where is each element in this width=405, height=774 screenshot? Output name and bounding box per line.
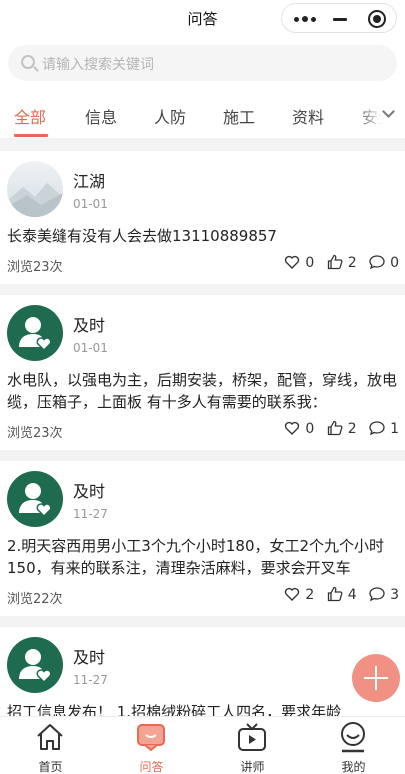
tv-icon (238, 723, 266, 751)
heart-icon (285, 421, 300, 435)
tabbar-item-lecturer[interactable]: 讲师 (202, 717, 303, 774)
chat-icon (137, 724, 165, 752)
avatar (7, 637, 63, 693)
thumb-up-icon (327, 586, 343, 602)
thumb-up-icon (327, 254, 343, 270)
comment-icon (369, 255, 385, 270)
post-content: 水电队，以强电为主，后期安装，桥架，配管，穿线，放电缆，压箱子，上面板 有十多人… (7, 371, 397, 411)
post-date: 01-01 (73, 341, 108, 355)
minimize-icon[interactable] (333, 18, 347, 21)
thumb-action[interactable]: 2 (327, 420, 357, 437)
post-card[interactable]: 及时 01-01 水电队，以强电为主，后期安装，桥架，配管，穿线，放电缆，压箱子… (0, 295, 405, 450)
post-date: 11-27 (73, 507, 108, 521)
post-author: 及时 (73, 316, 106, 335)
tabbar-item-mine[interactable]: 我的 (303, 717, 404, 774)
tabbar-item-home[interactable]: 首页 (0, 717, 101, 774)
comment-action[interactable]: 0 (369, 254, 399, 271)
post-date: 11-27 (73, 673, 108, 687)
thumb-up-icon (327, 420, 343, 436)
comment-icon (369, 421, 385, 436)
active-tab-indicator (14, 134, 48, 137)
avatar (7, 471, 63, 527)
post-content: 2.明天容西用男小工3个九个小时180，女工2个九个小时150，有来的联系注，清… (7, 537, 385, 577)
post-author: 及时 (73, 648, 106, 667)
view-count: 浏览22次 (7, 592, 63, 607)
post-date: 01-01 (73, 197, 108, 211)
tab-construction[interactable]: 施工 (223, 104, 255, 128)
user-heart-icon (19, 483, 52, 518)
post-card[interactable]: 江湖 01-01 长泰美缝有没有人会去做13110889857 浏览23次 0 … (0, 151, 405, 284)
more-icon[interactable] (294, 16, 319, 22)
post-author: 及时 (73, 482, 106, 501)
search-bar: 请输入搜索关键词 (0, 36, 405, 92)
search-input[interactable]: 请输入搜索关键词 (8, 45, 397, 81)
tabs-fade (355, 92, 405, 138)
like-action[interactable]: 0 (284, 254, 314, 271)
post-stats: 0 2 1 (276, 420, 399, 437)
like-action[interactable]: 2 (284, 586, 314, 603)
close-target-icon[interactable] (368, 10, 386, 28)
tab-civil-defense[interactable]: 人防 (154, 104, 186, 128)
comment-icon (369, 587, 385, 602)
title-bar: 问答 (0, 0, 405, 36)
view-count: 浏览23次 (7, 426, 63, 441)
user-heart-icon (19, 317, 52, 352)
avatar (7, 161, 63, 217)
category-tabs: 全部 信息 人防 施工 资料 安全 (0, 92, 405, 138)
mini-program-capsule (281, 3, 397, 33)
search-placeholder: 请输入搜索关键词 (42, 57, 154, 73)
thumb-action[interactable]: 2 (327, 254, 357, 271)
heart-icon (285, 255, 300, 269)
like-action[interactable]: 0 (284, 420, 314, 437)
tab-all[interactable]: 全部 (14, 104, 46, 128)
comment-action[interactable]: 3 (369, 586, 399, 603)
post-stats: 0 2 0 (276, 254, 399, 271)
post-stats: 2 4 3 (276, 586, 399, 603)
user-heart-icon (19, 649, 52, 684)
tabbar-item-qa[interactable]: 问答 (101, 717, 202, 774)
tab-info[interactable]: 信息 (85, 104, 117, 128)
view-count: 浏览23次 (7, 260, 63, 275)
thumb-action[interactable]: 4 (327, 586, 357, 603)
post-card[interactable]: 及时 11-27 2.明天容西用男小工3个九个小时180，女工2个九个小时150… (0, 461, 405, 616)
home-icon (37, 724, 63, 750)
post-author: 江湖 (73, 172, 106, 191)
tab-materials[interactable]: 资料 (292, 104, 324, 128)
search-icon (21, 55, 35, 69)
comment-action[interactable]: 1 (369, 420, 399, 437)
heart-icon (285, 587, 300, 601)
add-post-button[interactable] (352, 654, 400, 702)
profile-icon (341, 722, 365, 753)
avatar (7, 305, 63, 361)
bottom-tab-bar: 首页 问答 讲师 我的 (0, 716, 405, 774)
post-content: 长泰美缝有没有人会去做13110889857 (7, 227, 277, 245)
